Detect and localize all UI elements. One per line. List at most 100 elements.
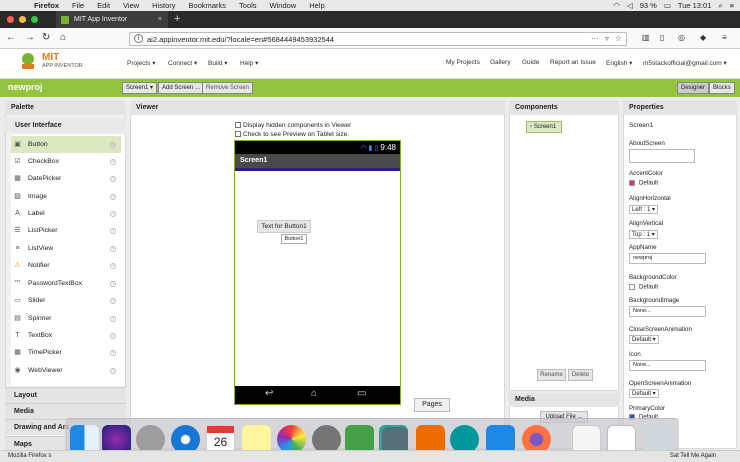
link-my-projects[interactable]: My Projects <box>446 59 480 66</box>
blocks-button[interactable]: Blocks <box>709 82 735 94</box>
help-icon[interactable]: ? <box>110 281 116 287</box>
menu-tools[interactable]: Tools <box>239 1 257 10</box>
prop-about-input[interactable] <box>629 149 695 163</box>
help-icon[interactable]: ? <box>110 194 116 200</box>
new-tab-button[interactable]: + <box>174 11 180 28</box>
menu-help[interactable]: Help <box>309 1 324 10</box>
palette-item-notifier[interactable]: ⚠ Notifier? <box>11 257 121 274</box>
palette-item-textbox[interactable]: T TextBox? <box>11 327 121 344</box>
url-bar[interactable]: i ai2.appinventor.mit.edu/?locale=en#568… <box>129 32 627 46</box>
nav-help[interactable]: Help ▾ <box>240 59 258 67</box>
palette-item-webviewer[interactable]: ◉ WebViewer? <box>11 362 121 379</box>
prop-align-h-select[interactable]: Left : 1 ▾ <box>629 205 659 214</box>
wifi-icon[interactable]: ◠ <box>613 1 620 10</box>
minimize-window-icon[interactable] <box>19 16 26 23</box>
link-guide[interactable]: Guide <box>522 59 539 66</box>
palette-item-spinner[interactable]: ▤ Spinner? <box>11 310 121 327</box>
link-report-issue[interactable]: Report an Issue <box>550 59 596 66</box>
help-icon[interactable]: ? <box>110 142 116 148</box>
category-media[interactable]: Media <box>5 403 126 419</box>
language-select[interactable]: English ▾ <box>606 59 632 67</box>
account-menu[interactable]: m5stackofficial@gmail.com ▾ <box>643 59 727 67</box>
tablet-preview-checkbox[interactable] <box>235 131 241 138</box>
link-gallery[interactable]: Gallery <box>490 59 511 66</box>
prop-icon-input[interactable]: None... <box>629 360 706 371</box>
palette-item-image[interactable]: ▨ Image? <box>11 188 121 205</box>
pocket-icon[interactable]: ▿ <box>605 34 609 43</box>
button1-preview[interactable]: Text for Button1 <box>257 220 311 233</box>
tab-close-icon[interactable]: × <box>158 16 162 23</box>
palette-item-listview[interactable]: ≡ ListView? <box>11 240 121 257</box>
extension-icon[interactable]: ◆ <box>700 32 706 44</box>
nav-build[interactable]: Build ▾ <box>208 59 228 67</box>
category-user-interface[interactable]: User Interface <box>5 118 126 133</box>
prop-align-v-select[interactable]: Top : 1 ▾ <box>629 230 658 239</box>
help-icon[interactable]: ? <box>110 316 116 322</box>
battery-percent[interactable]: 93 % <box>640 1 657 10</box>
browser-tab[interactable]: MIT App Inventor × <box>56 11 168 28</box>
help-icon[interactable]: ? <box>110 159 116 165</box>
search-icon[interactable]: ⌕ <box>718 1 722 11</box>
palette-item-listpicker[interactable]: ☰ ListPicker? <box>11 222 121 239</box>
logo-subtitle[interactable]: APP INVENTOR <box>42 63 83 69</box>
nav-connect[interactable]: Connect ▾ <box>168 59 197 67</box>
bookmark-star-icon[interactable]: ☆ <box>615 34 622 43</box>
prop-bgimage-input[interactable]: None... <box>629 306 706 317</box>
sidebar-icon[interactable]: ▯ <box>660 32 664 44</box>
site-info-icon[interactable]: i <box>134 34 143 43</box>
add-screen-button[interactable]: Add Screen ... <box>158 82 205 94</box>
palette-item-slider[interactable]: ▭ Slider? <box>11 292 121 309</box>
pages-button[interactable]: Pages <box>414 398 450 412</box>
clock[interactable]: Tue 13:01 <box>678 1 712 10</box>
menubar-app-name[interactable]: Firefox <box>34 1 59 10</box>
zoom-window-icon[interactable] <box>31 16 38 23</box>
help-icon[interactable]: ? <box>110 333 116 339</box>
component-tree-screen1[interactable]: ▫ Screen1 <box>526 121 562 133</box>
delete-button[interactable]: Delete <box>568 369 593 381</box>
menu-list-icon[interactable]: ≡ <box>730 1 734 10</box>
hidden-components-row[interactable]: Display hidden components in Viewer <box>235 122 351 129</box>
menu-window[interactable]: Window <box>270 1 297 10</box>
help-icon[interactable]: ? <box>110 263 116 269</box>
palette-item-button[interactable]: ▣ Button? <box>11 136 121 153</box>
menu-history[interactable]: History <box>152 1 175 10</box>
menu-view[interactable]: View <box>123 1 139 10</box>
palette-item-timepicker[interactable]: ▦ TimePicker? <box>11 344 121 361</box>
prop-accent-value[interactable]: Default <box>629 180 658 187</box>
designer-button[interactable]: Designer <box>677 82 710 94</box>
help-icon[interactable]: ? <box>110 368 116 374</box>
phone-title-bar[interactable]: Screen1 <box>235 154 400 168</box>
help-icon[interactable]: ? <box>110 228 116 234</box>
menu-edit[interactable]: Edit <box>97 1 110 10</box>
back-icon[interactable]: ← <box>6 32 16 44</box>
help-icon[interactable]: ? <box>110 176 116 182</box>
close-window-icon[interactable] <box>7 16 14 23</box>
prop-close-anim-select[interactable]: Default ▾ <box>629 335 659 344</box>
library-icon[interactable]: ▥ <box>642 32 650 44</box>
nav-projects[interactable]: Projects ▾ <box>127 59 156 67</box>
remove-screen-button[interactable]: Remove Screen <box>202 82 254 94</box>
volume-icon[interactable]: ◁ <box>627 1 633 10</box>
help-icon[interactable]: ? <box>110 350 116 356</box>
palette-item-label[interactable]: A Label? <box>11 205 121 222</box>
forward-icon[interactable]: → <box>25 32 35 44</box>
rename-button[interactable]: Rename <box>537 369 566 381</box>
prop-bgcolor-value[interactable]: Default <box>629 284 658 291</box>
menu-hamburger-icon[interactable]: ≡ <box>722 32 727 44</box>
category-layout[interactable]: Layout <box>5 387 126 403</box>
menu-bookmarks[interactable]: Bookmarks <box>189 1 227 10</box>
logo-text[interactable]: MIT <box>42 53 59 63</box>
battery-icon[interactable]: ▭ <box>664 1 671 10</box>
screen-select-button[interactable]: Screen1 ▾ <box>122 82 158 94</box>
palette-item-passwordtextbox[interactable]: *** PasswordTextBox? <box>11 275 121 292</box>
hidden-components-checkbox[interactable] <box>235 122 241 129</box>
prop-appname-input[interactable]: newproj <box>629 253 706 264</box>
adblock-icon[interactable]: ◎ <box>678 32 685 44</box>
page-actions-icon[interactable]: ··· <box>591 34 599 43</box>
tablet-preview-row[interactable]: Check to see Preview on Tablet size. <box>235 131 349 138</box>
palette-item-datepicker[interactable]: ▦ DatePicker? <box>11 170 121 187</box>
help-icon[interactable]: ? <box>110 211 116 217</box>
mit-logo-icon[interactable] <box>18 52 38 70</box>
menu-file[interactable]: File <box>72 1 84 10</box>
palette-item-checkbox[interactable]: ☑ CheckBox? <box>11 153 121 170</box>
